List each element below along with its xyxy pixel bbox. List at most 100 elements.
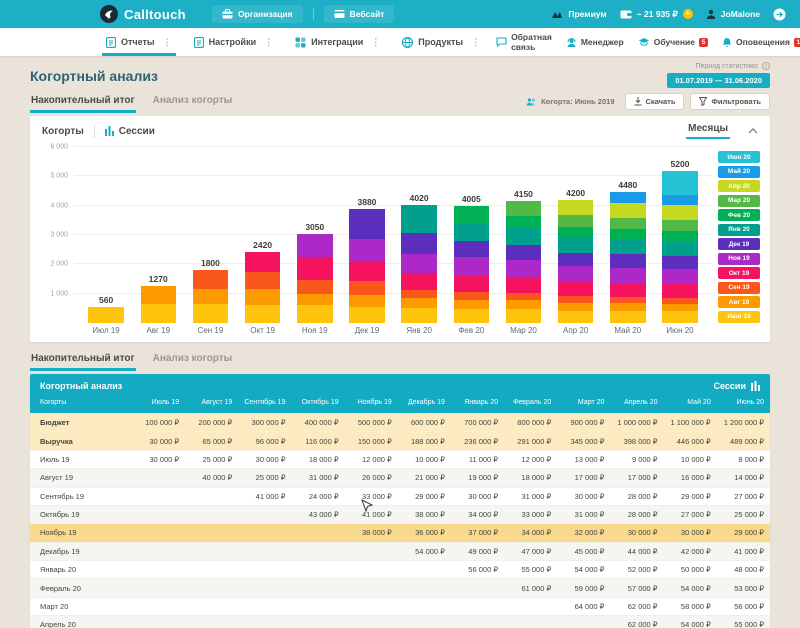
table-row-Октябрь 19[interactable]: Октябрь 1943 000 ₽41 000 ₽38 000 ₽34 000… bbox=[30, 505, 770, 523]
bar-segment-Янв 20[interactable] bbox=[454, 223, 489, 241]
bar-segment-Фев 20[interactable] bbox=[506, 216, 541, 228]
legend-item-Июн 20[interactable]: Июн 20 bbox=[718, 151, 760, 163]
bar-segment-Апр 20[interactable] bbox=[558, 200, 593, 216]
training-item[interactable]: Обучение 5 bbox=[638, 37, 708, 47]
bar-segment-Май 20[interactable] bbox=[610, 192, 645, 203]
bar-segment-Апр 20[interactable] bbox=[662, 205, 697, 220]
bar-segment-Июн 20[interactable] bbox=[662, 171, 697, 195]
bar-segment-Ноя 19[interactable] bbox=[401, 254, 436, 273]
legend-item-Авг 19[interactable]: Авг 19 bbox=[718, 296, 760, 308]
legend-item-Ноя 19[interactable]: Ноя 19 bbox=[718, 253, 760, 265]
kebab-menu-icon[interactable]: ⋮ bbox=[371, 37, 380, 48]
bar-segment-Сен 19[interactable] bbox=[297, 280, 332, 294]
website-button[interactable]: Вебсайт bbox=[324, 5, 395, 23]
tab-cumulative-total[interactable]: Накопительный итог bbox=[30, 90, 136, 113]
table-row-Декабрь 19[interactable]: Декабрь 1954 000 ₽49 000 ₽47 000 ₽45 000… bbox=[30, 542, 770, 560]
bar-segment-Янв 20[interactable] bbox=[558, 238, 593, 253]
bar-segment-Мар 20[interactable] bbox=[506, 201, 541, 216]
bar-segment-Ноя 19[interactable] bbox=[506, 260, 541, 277]
table-row-Сентябрь 19[interactable]: Сентябрь 1941 000 ₽24 000 ₽33 000 ₽29 00… bbox=[30, 487, 770, 505]
manager-item[interactable]: Менеджер bbox=[566, 37, 624, 48]
organization-button[interactable]: Организация bbox=[212, 5, 303, 23]
chart-mode-sessions[interactable]: Сессии bbox=[105, 126, 155, 137]
bar-segment-Авг 19[interactable] bbox=[610, 303, 645, 311]
bar-segment-Окт 19[interactable] bbox=[610, 283, 645, 297]
legend-item-Июл 19[interactable]: Июл 19 bbox=[718, 311, 760, 323]
table-row-Апрель 20[interactable]: Апрель 2062 000 ₽54 000 ₽55 000 ₽ bbox=[30, 616, 770, 628]
bar-column-Май 20[interactable]: 4480 bbox=[602, 147, 654, 323]
legend-item-Сен 19[interactable]: Сен 19 bbox=[718, 282, 760, 294]
bar-segment-Авг 19[interactable] bbox=[401, 298, 436, 308]
nav-item-settings[interactable]: Настройки ⋮ bbox=[188, 28, 279, 56]
bar-column-Июл 19[interactable]: 560 bbox=[80, 147, 132, 323]
bar-column-Мар 20[interactable]: 4150 bbox=[497, 147, 549, 323]
bar-segment-Июл 19[interactable] bbox=[506, 309, 541, 323]
bar-column-Ноя 19[interactable]: 3050 bbox=[289, 147, 341, 323]
top-up-balance-button[interactable]: + bbox=[683, 9, 693, 19]
premium-item[interactable]: Премиум bbox=[551, 9, 606, 19]
bar-segment-Дек 19[interactable] bbox=[558, 253, 593, 266]
filter-button[interactable]: Фильтровать bbox=[690, 93, 770, 110]
nav-item-products[interactable]: Продукты ⋮ bbox=[396, 28, 486, 56]
bar-segment-Дек 19[interactable] bbox=[401, 233, 436, 254]
bar-segment-Сен 19[interactable] bbox=[401, 290, 436, 298]
bar-segment-Июл 19[interactable] bbox=[662, 311, 697, 323]
bar-segment-Ноя 19[interactable] bbox=[558, 266, 593, 282]
bar-segment-Авг 19[interactable] bbox=[349, 295, 384, 307]
cohort-chip[interactable]: Когорта: Июнь 2019 bbox=[526, 97, 614, 106]
bar-segment-Апр 20[interactable] bbox=[610, 203, 645, 218]
user-item[interactable]: JoMalone bbox=[706, 9, 760, 19]
bar-segment-Ноя 19[interactable] bbox=[349, 239, 384, 262]
bar-segment-Авг 19[interactable] bbox=[454, 300, 489, 309]
bar-segment-Фев 20[interactable] bbox=[662, 231, 697, 242]
bar-segment-Сен 19[interactable] bbox=[454, 292, 489, 300]
bar-segment-Окт 19[interactable] bbox=[297, 257, 332, 280]
bar-segment-Окт 19[interactable] bbox=[662, 284, 697, 298]
collapse-chevron-icon[interactable] bbox=[748, 128, 758, 134]
kebab-menu-icon[interactable]: ⋮ bbox=[264, 37, 273, 48]
bar-segment-Окт 19[interactable] bbox=[245, 252, 280, 272]
table-row-Выручка[interactable]: Выручка30 000 ₽65 000 ₽96 000 ₽116 000 ₽… bbox=[30, 432, 770, 450]
bar-segment-Дек 19[interactable] bbox=[349, 209, 384, 238]
bar-segment-Июл 19[interactable] bbox=[454, 309, 489, 323]
table-row-Март 20[interactable]: Март 2064 000 ₽62 000 ₽58 000 ₽56 000 ₽ bbox=[30, 597, 770, 615]
brand[interactable]: Calltouch bbox=[100, 5, 186, 23]
legend-item-Дек 19[interactable]: Дек 19 bbox=[718, 238, 760, 250]
bar-segment-Авг 19[interactable] bbox=[297, 294, 332, 305]
legend-item-Окт 19[interactable]: Окт 19 bbox=[718, 267, 760, 279]
bar-segment-Июл 19[interactable] bbox=[193, 304, 228, 323]
bar-segment-Июл 19[interactable] bbox=[349, 307, 384, 323]
tab-cohort-analysis-2[interactable]: Анализ когорты bbox=[152, 348, 234, 371]
bar-column-Авг 19[interactable]: 1270 bbox=[132, 147, 184, 323]
bar-segment-Янв 20[interactable] bbox=[506, 228, 541, 244]
bar-segment-Авг 19[interactable] bbox=[245, 289, 280, 305]
bar-segment-Авг 19[interactable] bbox=[662, 304, 697, 311]
notifications-item[interactable]: Оповещения 1 bbox=[722, 37, 800, 48]
bar-segment-Окт 19[interactable] bbox=[558, 282, 593, 296]
bar-segment-Окт 19[interactable] bbox=[506, 277, 541, 293]
bar-segment-Дек 19[interactable] bbox=[610, 254, 645, 267]
kebab-menu-icon[interactable]: ⋮ bbox=[163, 37, 172, 48]
balance-item[interactable]: ~ 21 935 ₽ + bbox=[620, 9, 693, 20]
bar-segment-Окт 19[interactable] bbox=[349, 262, 384, 281]
bar-segment-Ноя 19[interactable] bbox=[610, 268, 645, 283]
bar-segment-Сен 19[interactable] bbox=[349, 281, 384, 295]
bar-segment-Ноя 19[interactable] bbox=[454, 257, 489, 275]
bar-segment-Авг 19[interactable] bbox=[558, 303, 593, 311]
legend-item-Фев 20[interactable]: Фев 20 bbox=[718, 209, 760, 221]
bar-segment-Сен 19[interactable] bbox=[245, 272, 280, 289]
bar-segment-Дек 19[interactable] bbox=[454, 241, 489, 257]
tab-cumulative-total-2[interactable]: Накопительный итог bbox=[30, 348, 136, 371]
bar-segment-Май 20[interactable] bbox=[662, 195, 697, 206]
logout-icon[interactable] bbox=[773, 8, 786, 21]
bar-column-Фев 20[interactable]: 4005 bbox=[445, 147, 497, 323]
bar-segment-Июл 19[interactable] bbox=[558, 311, 593, 323]
table-sessions-toggle[interactable]: Сессии bbox=[714, 381, 760, 391]
bar-segment-Дек 19[interactable] bbox=[662, 256, 697, 269]
bar-segment-Июл 19[interactable] bbox=[88, 307, 123, 323]
bar-column-Июн 20[interactable]: 5200 bbox=[654, 147, 706, 323]
bar-segment-Фев 20[interactable] bbox=[610, 229, 645, 240]
months-dropdown[interactable]: Месяцы bbox=[686, 123, 730, 139]
tab-cohort-analysis[interactable]: Анализ когорты bbox=[152, 90, 234, 113]
table-row-Бюджет[interactable]: Бюджет100 000 ₽200 000 ₽300 000 ₽400 000… bbox=[30, 414, 770, 432]
